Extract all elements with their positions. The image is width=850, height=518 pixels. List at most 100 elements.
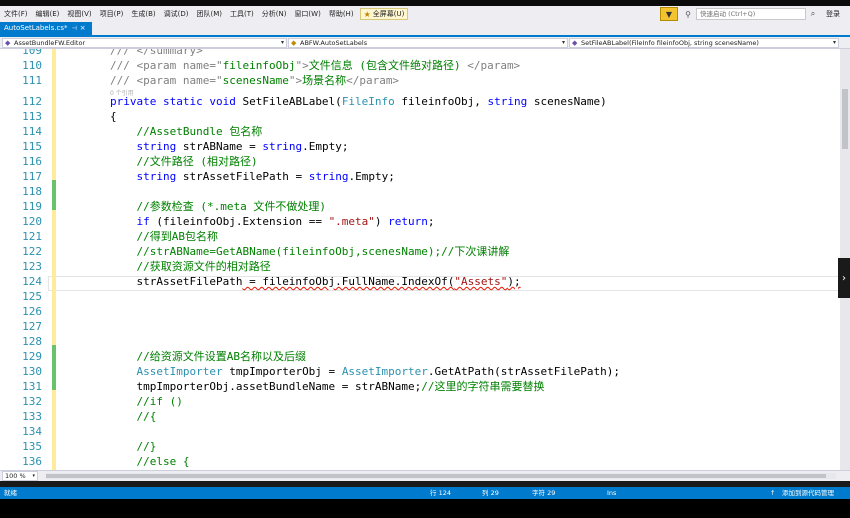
- code-line[interactable]: //else {: [110, 454, 190, 469]
- side-panel-arrow-icon[interactable]: ›: [838, 258, 850, 298]
- member-dropdown[interactable]: ◆ SetFileABLabel(FileInfo fileinfoObj, s…: [569, 38, 839, 48]
- star-icon: ★: [363, 9, 371, 19]
- line-number: 110: [22, 59, 42, 72]
- line-number: 121: [22, 230, 42, 243]
- line-number: 113: [22, 110, 42, 123]
- line-number: 128: [22, 335, 42, 348]
- screen-bottom-border: [0, 499, 850, 518]
- saved-change-bar: [52, 180, 56, 210]
- status-character: 字符 29: [532, 489, 556, 497]
- code-line[interactable]: //获取资源文件的相对路径: [110, 259, 271, 274]
- menu-item[interactable]: 编辑(E): [32, 6, 64, 22]
- line-number: 122: [22, 245, 42, 258]
- fullscreen-menu[interactable]: ★ 全屏幕(U): [359, 8, 409, 20]
- code-line[interactable]: if (fileinfoObj.Extension == ".meta") re…: [110, 214, 435, 229]
- up-arrow-icon: ↑: [770, 489, 776, 497]
- navigation-bar: ◆ AssetBundleFW.Editor ▾ ◆ ABFW.AutoSetL…: [0, 37, 850, 49]
- line-number: 133: [22, 410, 42, 423]
- code-line[interactable]: //{: [110, 409, 157, 424]
- chevron-down-icon: ▾: [280, 39, 284, 46]
- quick-launch-input[interactable]: 快速启动 (Ctrl+Q): [696, 8, 806, 20]
- saved-change-bar: [52, 345, 56, 390]
- line-number: 135: [22, 440, 42, 453]
- code-editor[interactable]: 0 个引用 109/// </summary> 110/// <param nam…: [0, 49, 840, 470]
- line-number: 132: [22, 395, 42, 408]
- menu-item[interactable]: 调试(D): [160, 6, 193, 22]
- line-number: 119: [22, 200, 42, 213]
- menu-item[interactable]: 生成(B): [127, 6, 159, 22]
- code-line[interactable]: //}: [110, 439, 157, 454]
- pin-icon[interactable]: ⊣: [72, 22, 77, 35]
- code-line[interactable]: string strABName = string.Empty;: [110, 139, 349, 154]
- code-line[interactable]: {: [110, 109, 117, 124]
- class-dropdown[interactable]: ◆ ABFW.AutoSetLabels ▾: [288, 38, 568, 48]
- status-bar: 就绪 行 124 列 29 字符 29 Ins ↑ 添加到源代码管理: [0, 487, 850, 499]
- funnel-icon: ▼: [665, 9, 673, 19]
- chevron-down-icon: ▾: [32, 473, 35, 479]
- close-icon[interactable]: ×: [80, 22, 86, 35]
- line-number: 129: [22, 350, 42, 363]
- code-line[interactable]: /// <param name="scenesName">场景名称</param…: [110, 73, 399, 88]
- quick-launch-icon: ⚲: [685, 9, 691, 19]
- fullscreen-label: 全屏幕(U): [372, 10, 405, 18]
- line-number: 118: [22, 185, 42, 198]
- zoom-dropdown[interactable]: 100 % ▾: [2, 471, 38, 481]
- code-line[interactable]: string strAssetFilePath = string.Empty;: [110, 169, 395, 184]
- menu-item[interactable]: 视图(V): [63, 6, 95, 22]
- menu-item[interactable]: 文件(F): [0, 6, 32, 22]
- line-number: 116: [22, 155, 42, 168]
- source-control-button[interactable]: 添加到源代码管理: [782, 487, 834, 499]
- menu-item[interactable]: 窗口(W): [290, 6, 324, 22]
- class-icon: ◆: [291, 39, 297, 47]
- line-number: 114: [22, 125, 42, 138]
- method-icon: ◆: [572, 39, 578, 47]
- notification-filter-button[interactable]: ▼: [660, 7, 678, 21]
- menu-item[interactable]: 分析(N): [258, 6, 291, 22]
- unsaved-change-bar: [52, 49, 56, 180]
- search-icon[interactable]: ⌕: [806, 9, 820, 19]
- menu-item[interactable]: 帮助(H): [325, 6, 358, 22]
- line-number: 125: [22, 290, 42, 303]
- horizontal-scrollbar[interactable]: [46, 473, 836, 479]
- code-line[interactable]: //得到AB包名称: [110, 229, 219, 244]
- tab-autosetlabels[interactable]: AutoSetLabels.cs* ⊣ ×: [0, 22, 92, 35]
- line-number: 126: [22, 305, 42, 318]
- line-number: 131: [22, 380, 42, 393]
- line-number: 124: [22, 275, 42, 288]
- editor-bottom-bar: 100 % ▾: [0, 470, 850, 481]
- line-number: 130: [22, 365, 42, 378]
- project-dropdown[interactable]: ◆ AssetBundleFW.Editor ▾: [2, 38, 287, 48]
- status-line: 行 124: [430, 489, 451, 497]
- chevron-down-icon: ▾: [561, 39, 565, 46]
- code-line[interactable]: //参数检查 (*.meta 文件不做处理): [110, 199, 333, 214]
- code-line[interactable]: strAssetFilePath = fileinfoObj.FullName.…: [110, 274, 520, 289]
- login-link[interactable]: 登录: [820, 9, 850, 19]
- code-line[interactable]: private static void SetFileABLabel(FileI…: [110, 94, 607, 109]
- code-line[interactable]: //if (): [110, 394, 183, 409]
- menu-item[interactable]: 项目(P): [96, 6, 128, 22]
- line-number: 127: [22, 320, 42, 333]
- code-line[interactable]: //文件路径 (相对路径): [110, 154, 264, 169]
- zoom-value: 100 %: [5, 472, 26, 480]
- line-number: 109: [22, 49, 42, 57]
- vertical-scrollbar-thumb[interactable]: [842, 89, 848, 149]
- menu-bar-right: ▼ ⚲ 快速启动 (Ctrl+Q) ⌕ 登录: [660, 6, 850, 22]
- status-column: 列 29: [482, 489, 499, 497]
- horizontal-scrollbar-thumb[interactable]: [46, 474, 826, 478]
- code-line[interactable]: //strABName=GetABName(fileinfoObj,scenes…: [110, 244, 510, 259]
- menu-item[interactable]: 团队(M): [192, 6, 226, 22]
- code-line[interactable]: //AssetBundle 包名称: [110, 124, 263, 139]
- code-line[interactable]: /// </summary>: [110, 49, 203, 58]
- code-line[interactable]: AssetImporter tmpImporterObj = AssetImpo…: [110, 364, 620, 379]
- line-number: 120: [22, 215, 42, 228]
- code-line[interactable]: tmpImporterObj.assetBundleName = strABNa…: [110, 379, 544, 394]
- member-dropdown-value: SetFileABLabel(FileInfo fileinfoObj, str…: [581, 39, 759, 47]
- line-number: 117: [22, 170, 42, 183]
- status-insert-mode: Ins: [607, 489, 617, 497]
- line-number: 123: [22, 260, 42, 273]
- unsaved-change-bar: [52, 210, 56, 345]
- code-line[interactable]: //给资源文件设置AB名称以及后缀: [110, 349, 307, 364]
- code-line[interactable]: /// <param name="fileinfoObj">文件信息 (包含文件…: [110, 58, 520, 73]
- menu-item[interactable]: 工具(T): [226, 6, 258, 22]
- line-number: 115: [22, 140, 42, 153]
